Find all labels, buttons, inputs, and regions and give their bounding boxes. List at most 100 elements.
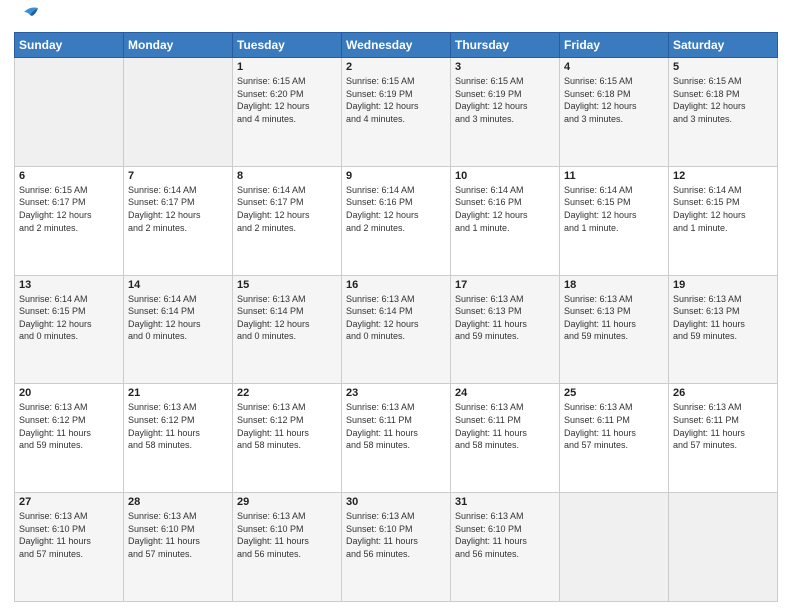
col-header-wednesday: Wednesday bbox=[342, 33, 451, 58]
day-number: 10 bbox=[455, 170, 555, 182]
day-info: Sunrise: 6:13 AM Sunset: 6:11 PM Dayligh… bbox=[564, 402, 636, 450]
day-number: 8 bbox=[237, 170, 337, 182]
calendar-cell: 9 Sunrise: 6:14 AM Sunset: 6:16 PM Daylig… bbox=[342, 166, 451, 275]
day-info: Sunrise: 6:13 AM Sunset: 6:11 PM Dayligh… bbox=[455, 402, 527, 450]
day-info: Sunrise: 6:13 AM Sunset: 6:10 PM Dayligh… bbox=[346, 511, 418, 559]
day-info: Sunrise: 6:13 AM Sunset: 6:12 PM Dayligh… bbox=[237, 402, 309, 450]
day-info: Sunrise: 6:13 AM Sunset: 6:12 PM Dayligh… bbox=[19, 402, 91, 450]
calendar-cell: 30Sunrise: 6:13 AM Sunset: 6:10 PM Dayli… bbox=[342, 493, 451, 602]
day-info: Sunrise: 6:14 AM Sunset: 6:14 PM Dayligh… bbox=[128, 294, 201, 342]
day-number: 23 bbox=[346, 387, 446, 399]
day-info: Sunrise: 6:13 AM Sunset: 6:14 PM Dayligh… bbox=[346, 294, 419, 342]
day-info: Sunrise: 6:14 AM Sunset: 6:16 PM Dayligh… bbox=[346, 185, 419, 233]
day-info: Sunrise: 6:14 AM Sunset: 6:15 PM Dayligh… bbox=[673, 185, 746, 233]
calendar-cell: 3 Sunrise: 6:15 AM Sunset: 6:19 PM Daylig… bbox=[451, 58, 560, 167]
day-info: Sunrise: 6:13 AM Sunset: 6:13 PM Dayligh… bbox=[455, 294, 527, 342]
col-header-friday: Friday bbox=[560, 33, 669, 58]
col-header-sunday: Sunday bbox=[15, 33, 124, 58]
day-number: 25 bbox=[564, 387, 664, 399]
day-info: Sunrise: 6:13 AM Sunset: 6:11 PM Dayligh… bbox=[346, 402, 418, 450]
day-number: 18 bbox=[564, 279, 664, 291]
day-number: 19 bbox=[673, 279, 773, 291]
calendar-cell: 8 Sunrise: 6:14 AM Sunset: 6:17 PM Daylig… bbox=[233, 166, 342, 275]
day-info: Sunrise: 6:15 AM Sunset: 6:18 PM Dayligh… bbox=[564, 76, 637, 124]
day-number: 9 bbox=[346, 170, 446, 182]
calendar-cell: 2 Sunrise: 6:15 AM Sunset: 6:19 PM Daylig… bbox=[342, 58, 451, 167]
calendar-cell: 25 Sunrise: 6:13 AM Sunset: 6:11 PM Dayli… bbox=[560, 384, 669, 493]
calendar-cell: 4 Sunrise: 6:15 AM Sunset: 6:18 PM Daylig… bbox=[560, 58, 669, 167]
calendar-cell: 18 Sunrise: 6:13 AM Sunset: 6:13 PM Dayli… bbox=[560, 275, 669, 384]
calendar-cell: 16Sunrise: 6:13 AM Sunset: 6:14 PM Dayli… bbox=[342, 275, 451, 384]
day-number: 15 bbox=[237, 279, 337, 291]
day-info: Sunrise: 6:14 AM Sunset: 6:15 PM Dayligh… bbox=[19, 294, 92, 342]
day-info: Sunrise: 6:13 AM Sunset: 6:10 PM Dayligh… bbox=[128, 511, 200, 559]
calendar-cell: 22Sunrise: 6:13 AM Sunset: 6:12 PM Dayli… bbox=[233, 384, 342, 493]
calendar-table: SundayMondayTuesdayWednesdayThursdayFrid… bbox=[14, 32, 778, 602]
day-info: Sunrise: 6:13 AM Sunset: 6:13 PM Dayligh… bbox=[564, 294, 636, 342]
day-info: Sunrise: 6:13 AM Sunset: 6:14 PM Dayligh… bbox=[237, 294, 310, 342]
calendar-cell: 12Sunrise: 6:14 AM Sunset: 6:15 PM Dayli… bbox=[669, 166, 778, 275]
day-info: Sunrise: 6:13 AM Sunset: 6:11 PM Dayligh… bbox=[673, 402, 745, 450]
day-number: 7 bbox=[128, 170, 228, 182]
day-info: Sunrise: 6:15 AM Sunset: 6:19 PM Dayligh… bbox=[455, 76, 528, 124]
calendar-cell bbox=[15, 58, 124, 167]
calendar-header-row: SundayMondayTuesdayWednesdayThursdayFrid… bbox=[15, 33, 778, 58]
day-number: 27 bbox=[19, 496, 119, 508]
page-container: SundayMondayTuesdayWednesdayThursdayFrid… bbox=[0, 0, 792, 612]
day-number: 31 bbox=[455, 496, 555, 508]
day-info: Sunrise: 6:14 AM Sunset: 6:17 PM Dayligh… bbox=[237, 185, 310, 233]
calendar-week-row: 1Sunrise: 6:15 AM Sunset: 6:20 PM Daylig… bbox=[15, 58, 778, 167]
day-info: Sunrise: 6:15 AM Sunset: 6:17 PM Dayligh… bbox=[19, 185, 92, 233]
calendar-week-row: 6 Sunrise: 6:15 AM Sunset: 6:17 PM Daylig… bbox=[15, 166, 778, 275]
day-number: 21 bbox=[128, 387, 228, 399]
day-info: Sunrise: 6:15 AM Sunset: 6:19 PM Dayligh… bbox=[346, 76, 419, 124]
calendar-cell: 24 Sunrise: 6:13 AM Sunset: 6:11 PM Dayli… bbox=[451, 384, 560, 493]
day-number: 3 bbox=[455, 61, 555, 73]
day-info: Sunrise: 6:14 AM Sunset: 6:15 PM Dayligh… bbox=[564, 185, 637, 233]
calendar-cell bbox=[124, 58, 233, 167]
logo bbox=[14, 10, 38, 24]
calendar-cell: 19 Sunrise: 6:13 AM Sunset: 6:13 PM Dayli… bbox=[669, 275, 778, 384]
day-number: 11 bbox=[564, 170, 664, 182]
day-number: 26 bbox=[673, 387, 773, 399]
calendar-cell: 15 Sunrise: 6:13 AM Sunset: 6:14 PM Dayli… bbox=[233, 275, 342, 384]
day-number: 6 bbox=[19, 170, 119, 182]
calendar-cell: 13 Sunrise: 6:14 AM Sunset: 6:15 PM Dayli… bbox=[15, 275, 124, 384]
day-number: 1 bbox=[237, 61, 337, 73]
day-number: 5 bbox=[673, 61, 773, 73]
calendar-cell: 26 Sunrise: 6:13 AM Sunset: 6:11 PM Dayli… bbox=[669, 384, 778, 493]
col-header-thursday: Thursday bbox=[451, 33, 560, 58]
day-info: Sunrise: 6:15 AM Sunset: 6:18 PM Dayligh… bbox=[673, 76, 746, 124]
calendar-cell bbox=[560, 493, 669, 602]
logo-bird-icon bbox=[16, 6, 38, 24]
day-number: 13 bbox=[19, 279, 119, 291]
calendar-cell: 6 Sunrise: 6:15 AM Sunset: 6:17 PM Daylig… bbox=[15, 166, 124, 275]
day-info: Sunrise: 6:13 AM Sunset: 6:12 PM Dayligh… bbox=[128, 402, 200, 450]
calendar-cell: 20 Sunrise: 6:13 AM Sunset: 6:12 PM Dayli… bbox=[15, 384, 124, 493]
col-header-monday: Monday bbox=[124, 33, 233, 58]
calendar-cell: 5 Sunrise: 6:15 AM Sunset: 6:18 PM Daylig… bbox=[669, 58, 778, 167]
calendar-cell: 29 Sunrise: 6:13 AM Sunset: 6:10 PM Dayli… bbox=[233, 493, 342, 602]
day-number: 24 bbox=[455, 387, 555, 399]
calendar-cell: 23 Sunrise: 6:13 AM Sunset: 6:11 PM Dayli… bbox=[342, 384, 451, 493]
calendar-cell: 10Sunrise: 6:14 AM Sunset: 6:16 PM Dayli… bbox=[451, 166, 560, 275]
day-info: Sunrise: 6:13 AM Sunset: 6:10 PM Dayligh… bbox=[237, 511, 309, 559]
calendar-cell: 21 Sunrise: 6:13 AM Sunset: 6:12 PM Dayli… bbox=[124, 384, 233, 493]
day-number: 20 bbox=[19, 387, 119, 399]
calendar-week-row: 20 Sunrise: 6:13 AM Sunset: 6:12 PM Dayli… bbox=[15, 384, 778, 493]
header bbox=[14, 10, 778, 24]
calendar-cell: 14Sunrise: 6:14 AM Sunset: 6:14 PM Dayli… bbox=[124, 275, 233, 384]
day-info: Sunrise: 6:13 AM Sunset: 6:10 PM Dayligh… bbox=[455, 511, 527, 559]
day-info: Sunrise: 6:14 AM Sunset: 6:17 PM Dayligh… bbox=[128, 185, 201, 233]
calendar-cell bbox=[669, 493, 778, 602]
day-info: Sunrise: 6:13 AM Sunset: 6:13 PM Dayligh… bbox=[673, 294, 745, 342]
day-number: 2 bbox=[346, 61, 446, 73]
day-number: 29 bbox=[237, 496, 337, 508]
col-header-saturday: Saturday bbox=[669, 33, 778, 58]
calendar-cell: 11 Sunrise: 6:14 AM Sunset: 6:15 PM Dayli… bbox=[560, 166, 669, 275]
calendar-cell: 27Sunrise: 6:13 AM Sunset: 6:10 PM Dayli… bbox=[15, 493, 124, 602]
day-number: 4 bbox=[564, 61, 664, 73]
calendar-cell: 17Sunrise: 6:13 AM Sunset: 6:13 PM Dayli… bbox=[451, 275, 560, 384]
calendar-cell: 31 Sunrise: 6:13 AM Sunset: 6:10 PM Dayli… bbox=[451, 493, 560, 602]
calendar-cell: 7 Sunrise: 6:14 AM Sunset: 6:17 PM Daylig… bbox=[124, 166, 233, 275]
